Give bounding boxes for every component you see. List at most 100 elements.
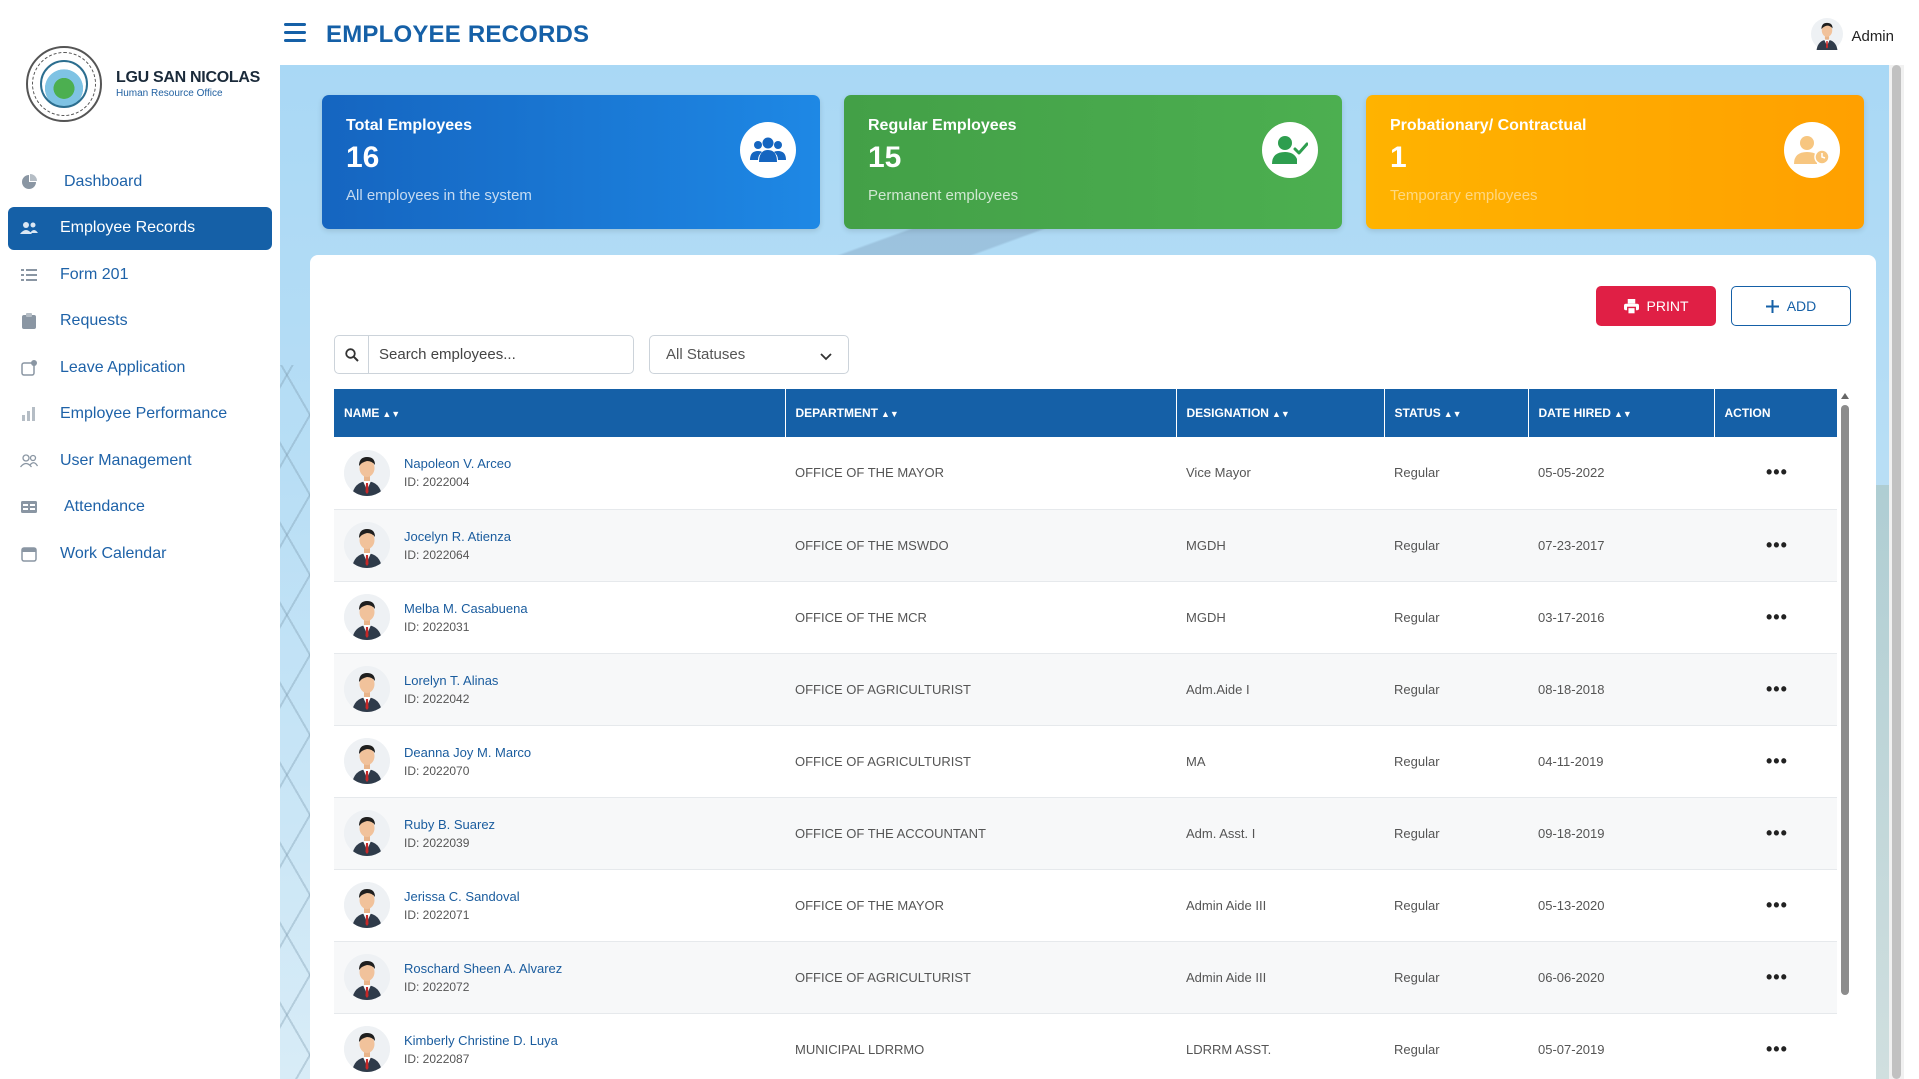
department-cell: OFFICE OF THE MSWDO [795, 537, 949, 553]
status-cell: Regular [1394, 753, 1440, 769]
column-header-department[interactable]: DEPARTMENT ▲▼ [785, 389, 1177, 437]
user-group-icon [20, 452, 38, 470]
add-employee-button[interactable]: ADD [1731, 286, 1851, 326]
employee-table: NAME ▲▼ DEPARTMENT ▲▼ DESIGNATION ▲▼ STATUS… [334, 389, 1837, 1079]
name-cell: Napoleon V. Arceo ID: 2022004 [334, 437, 785, 509]
list-icon [20, 266, 38, 284]
page-scrollbar[interactable] [1889, 65, 1904, 1079]
employee-name-link[interactable]: Jocelyn R. Atienza [404, 529, 511, 544]
sidebar-item-label: Leave Application [60, 358, 186, 376]
department-cell: OFFICE OF AGRICULTURIST [795, 681, 971, 697]
sidebar-item-attendance[interactable]: Attendance [8, 486, 272, 529]
employee-id: ID: 2022064 [404, 547, 470, 562]
avatar [344, 449, 390, 496]
name-cell: Deanna Joy M. Marco ID: 2022070 [334, 725, 785, 797]
column-header-name[interactable]: NAME ▲▼ [334, 389, 786, 437]
action-cell: ••• [1714, 581, 1837, 653]
status-cell: Regular [1394, 825, 1440, 841]
sidebar-item-work-calendar[interactable]: Work Calendar [8, 532, 272, 575]
table-header-row: NAME ▲▼ DEPARTMENT ▲▼ DESIGNATION ▲▼ STATUS… [334, 389, 1837, 437]
employee-name-link[interactable]: Roschard Sheen A. Alvarez [404, 961, 562, 976]
table-row[interactable]: Lorelyn T. Alinas ID: 2022042 OFFICE OF … [334, 653, 1837, 725]
table-row[interactable]: Jocelyn R. Atienza ID: 2022064 OFFICE OF… [334, 509, 1837, 581]
table-row[interactable]: Ruby B. Suarez ID: 2022039 OFFICE OF THE… [334, 797, 1837, 869]
employee-name-link[interactable]: Jerissa C. Sandoval [404, 889, 520, 904]
sidebar-item-user-management[interactable]: User Management [8, 439, 272, 482]
brand-subtitle: Human Resource Office [116, 88, 223, 99]
leave-icon [20, 359, 38, 377]
brand-title: LGU SAN NICOLAS [116, 69, 260, 86]
column-header-status[interactable]: STATUS ▲▼ [1384, 389, 1529, 437]
designation-cell: Admin Aide III [1186, 897, 1267, 913]
sidebar-item-label: User Management [60, 451, 192, 469]
employee-name-link[interactable]: Ruby B. Suarez [404, 817, 495, 832]
employee-name-link[interactable]: Kimberly Christine D. Luya [404, 1033, 558, 1048]
department-cell: OFFICE OF AGRICULTURIST [795, 753, 971, 769]
table-row[interactable]: Melba M. Casabuena ID: 2022031 OFFICE OF… [334, 581, 1837, 653]
employee-id: ID: 2022072 [404, 979, 470, 994]
printer-icon [1623, 298, 1639, 314]
avatar [344, 666, 390, 712]
table-row[interactable]: Kimberly Christine D. Luya ID: 2022087 M… [334, 1013, 1837, 1079]
more-options-icon[interactable]: ••• [1724, 967, 1788, 987]
status-cell: Regular [1394, 681, 1440, 697]
table-row[interactable]: Deanna Joy M. Marco ID: 2022070 OFFICE O… [334, 725, 1837, 797]
date-hired-cell: 05-13-2020 [1538, 897, 1605, 913]
more-options-icon[interactable]: ••• [1724, 895, 1788, 915]
column-label: DEPARTMENT [795, 406, 878, 420]
sidebar-item-requests[interactable]: Requests [8, 300, 272, 343]
hamburger-menu-icon[interactable] [284, 23, 306, 43]
designation-cell: MGDH [1186, 537, 1226, 553]
sidebar-item-employee-performance[interactable]: Employee Performance [8, 393, 272, 436]
users-icon [20, 219, 38, 237]
more-options-icon[interactable]: ••• [1724, 535, 1788, 555]
more-options-icon[interactable]: ••• [1724, 1039, 1788, 1059]
sidebar-item-form-201[interactable]: Form 201 [8, 253, 272, 296]
table-row[interactable]: Jerissa C. Sandoval ID: 2022071 OFFICE O… [334, 869, 1837, 941]
sidebar-item-label: Attendance [64, 498, 145, 515]
table-scrollbar[interactable] [1840, 393, 1850, 1079]
status-cell: Regular [1394, 537, 1440, 553]
more-options-icon[interactable]: ••• [1724, 751, 1788, 771]
action-cell: ••• [1714, 869, 1837, 941]
card-title: Probationary/ Contractual [1390, 117, 1587, 134]
sidebar-item-employee-records[interactable]: Employee Records [8, 206, 272, 250]
users-icon [740, 122, 796, 178]
search-input[interactable] [369, 346, 619, 363]
table-row[interactable]: Napoleon V. Arceo ID: 2022004 OFFICE OF … [334, 437, 1837, 509]
sidebar-item-label: Form 201 [60, 265, 129, 283]
card-title: Regular Employees [868, 117, 1017, 134]
user-menu[interactable]: Admin [1811, 18, 1894, 55]
print-button-label: PRINT [1646, 298, 1689, 314]
table-row[interactable]: Roschard Sheen A. Alvarez ID: 2022072 OF… [334, 941, 1837, 1013]
brand-logo[interactable]: LGU SAN NICOLAS Human Resource Office [26, 46, 260, 122]
designation-cell: MA [1186, 753, 1206, 769]
page-title: EMPLOYEE RECORDS [326, 21, 590, 48]
sidebar-item-dashboard[interactable]: Dashboard [8, 160, 272, 203]
column-header-action: ACTION [1714, 389, 1837, 437]
column-header-date-hired[interactable]: DATE HIRED ▲▼ [1528, 389, 1715, 437]
print-button[interactable]: PRINT [1596, 286, 1716, 326]
more-options-icon[interactable]: ••• [1724, 462, 1788, 482]
avatar [344, 810, 390, 856]
employee-name-link[interactable]: Melba M. Casabuena [404, 601, 528, 616]
status-filter-select[interactable]: All Statuses [649, 335, 849, 374]
employee-table-container: NAME ▲▼ DEPARTMENT ▲▼ DESIGNATION ▲▼ STATUS… [334, 389, 1837, 1079]
sidebar-item-leave-application[interactable]: Leave Application [8, 346, 272, 389]
card-value: 1 [1390, 141, 1407, 174]
employee-name-link[interactable]: Lorelyn T. Alinas [404, 673, 498, 688]
avatar [344, 882, 390, 928]
employee-name-link[interactable]: Napoleon V. Arceo [404, 456, 511, 471]
more-options-icon[interactable]: ••• [1724, 607, 1788, 627]
records-panel: PRINT ADD All Statuses NAME▲▼ DEPARTMENT… [310, 255, 1876, 1079]
add-button-label: ADD [1786, 298, 1817, 314]
more-options-icon[interactable]: ••• [1724, 679, 1788, 699]
employee-name-link[interactable]: Deanna Joy M. Marco [404, 745, 531, 760]
designation-cell: Admin Aide III [1186, 969, 1267, 985]
municipal-seal-icon [26, 46, 102, 122]
card-value: 16 [346, 141, 380, 174]
column-header-designation[interactable]: DESIGNATION ▲▼ [1176, 389, 1385, 437]
table-icon [20, 498, 38, 516]
more-options-icon[interactable]: ••• [1724, 823, 1788, 843]
employee-id: ID: 2022087 [404, 1051, 470, 1066]
